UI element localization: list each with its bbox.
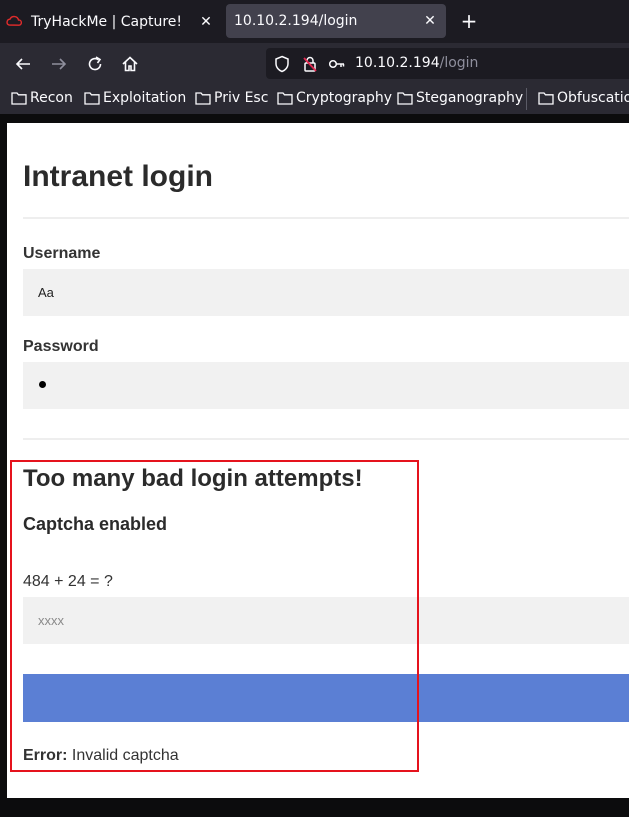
folder-icon — [397, 92, 413, 105]
key-icon[interactable] — [328, 55, 346, 73]
username-input[interactable] — [23, 269, 629, 316]
divider — [23, 217, 629, 219]
folder-icon — [84, 92, 100, 105]
tab-bar: TryHackMe | Capture! ✕ 10.10.2.194/login… — [0, 0, 629, 43]
error-prefix: Error: — [23, 747, 68, 764]
close-icon[interactable]: ✕ — [422, 13, 438, 29]
divider — [23, 438, 629, 440]
captcha-question: 484 + 24 = ? — [23, 573, 113, 590]
page-content: Intranet login Username Password Too man… — [7, 123, 629, 798]
home-icon[interactable] — [119, 53, 141, 75]
warning-title: Too many bad login attempts! — [23, 465, 363, 492]
error-text: Invalid captcha — [71, 747, 179, 764]
page-title: Intranet login — [23, 160, 213, 193]
insecure-lock-icon[interactable] — [301, 55, 319, 73]
url-text[interactable]: 10.10.2.194/login — [355, 55, 478, 71]
back-arrow-icon[interactable] — [12, 53, 34, 75]
bookmark-label: Steganography — [416, 90, 524, 106]
password-mask-dot — [39, 381, 46, 388]
error-message: Error: Invalid captcha — [23, 747, 179, 765]
password-label: Password — [23, 338, 99, 355]
bookmark-exploitation[interactable]: Exploitation — [84, 90, 186, 106]
tryhackme-favicon-icon — [6, 15, 22, 26]
tab-tryhackme[interactable]: TryHackMe | Capture! ✕ — [0, 0, 222, 43]
folder-icon — [277, 92, 293, 105]
navigation-bar: 10.10.2.194/login — [0, 43, 629, 84]
bookmark-label: Exploitation — [103, 90, 187, 106]
bookmark-cryptography[interactable]: Cryptography — [277, 90, 392, 106]
url-path: /login — [439, 55, 479, 71]
tab-title: TryHackMe | Capture! — [31, 13, 183, 30]
captcha-title: Captcha enabled — [23, 514, 168, 534]
tab-title: 10.10.2.194/login — [234, 13, 358, 29]
bookmark-label: Recon — [30, 90, 73, 106]
folder-icon — [538, 92, 554, 105]
address-bar[interactable]: 10.10.2.194/login — [266, 48, 629, 79]
bookmark-separator — [526, 88, 527, 110]
bookmark-label: Obfuscation — [557, 90, 629, 106]
bookmark-obfuscation[interactable]: Obfuscation — [538, 90, 629, 106]
tab-login[interactable]: 10.10.2.194/login ✕ — [226, 4, 446, 38]
url-host: 10.10.2.194 — [355, 55, 440, 71]
password-input[interactable] — [23, 362, 629, 409]
bookmark-label: Cryptography — [296, 90, 393, 106]
close-icon[interactable]: ✕ — [198, 14, 214, 30]
new-tab-plus-icon[interactable]: + — [458, 10, 480, 32]
reload-icon[interactable] — [84, 53, 106, 75]
bookmark-label: Priv Esc — [214, 90, 269, 106]
folder-icon — [195, 92, 211, 105]
folder-icon — [11, 92, 27, 105]
submit-button[interactable] — [23, 674, 629, 722]
bookmarks-toolbar: Recon Exploitation Priv Esc Cryptography… — [0, 84, 629, 114]
bookmark-recon[interactable]: Recon — [11, 90, 73, 106]
username-label: Username — [23, 245, 101, 262]
bookmark-priv-esc[interactable]: Priv Esc — [195, 90, 268, 106]
captcha-input[interactable] — [23, 597, 629, 644]
shield-icon[interactable] — [273, 55, 291, 73]
bookmark-steganography[interactable]: Steganography — [397, 90, 523, 106]
forward-arrow-icon[interactable] — [48, 53, 70, 75]
